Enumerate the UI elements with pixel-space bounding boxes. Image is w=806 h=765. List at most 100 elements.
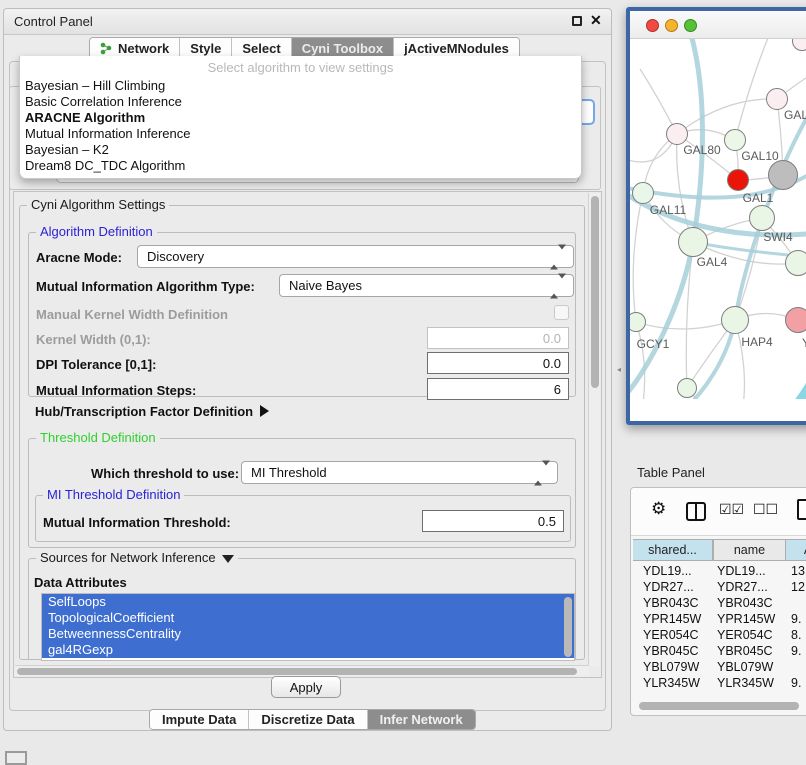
vertical-scrollbar[interactable] <box>588 193 600 666</box>
cell-shared: YLR345W <box>643 675 700 691</box>
network-canvas[interactable]: GAL80 GAL10 GAL1 GAL11 SWI4 GAL4 GCY1 HA… <box>630 39 806 399</box>
sources-title-label: Sources for Network Inference <box>40 550 216 565</box>
table-horizontal-scrollbar-thumb[interactable] <box>639 702 799 710</box>
algorithm-option[interactable]: Basic Correlation Inference <box>25 94 182 109</box>
float-window-icon[interactable] <box>572 16 582 26</box>
tab-discretize-data[interactable]: Discretize Data <box>249 710 367 729</box>
network-node[interactable] <box>632 182 654 204</box>
data-attributes-list[interactable]: SelfLoops TopologicalCoefficient Between… <box>41 593 575 661</box>
network-node[interactable] <box>785 250 806 276</box>
tab-jactivemnodules[interactable]: jActiveMNodules <box>394 38 519 58</box>
horizontal-scrollbar-thumb[interactable] <box>17 668 577 675</box>
algorithm-option-selected[interactable]: ARACNE Algorithm <box>25 110 145 125</box>
apply-button[interactable]: Apply <box>271 676 341 698</box>
network-node[interactable] <box>768 160 798 190</box>
cell-name: YLR345W <box>717 675 774 691</box>
tab-style[interactable]: Style <box>180 38 232 58</box>
threshold-definition-title: Threshold Definition <box>36 431 160 445</box>
algorithm-dropdown-popup: Select algorithm to view settings Bayesi… <box>19 56 582 179</box>
hub-definition-toggle[interactable]: Hub/Transcription Factor Definition <box>35 404 269 419</box>
network-node[interactable] <box>766 88 788 110</box>
minimize-traffic-light[interactable] <box>665 19 678 32</box>
network-node[interactable] <box>666 123 688 145</box>
network-node[interactable] <box>724 129 746 151</box>
combo-spinner-icon <box>550 249 566 264</box>
algorithm-option[interactable]: Bayesian – Hill Climbing <box>25 78 165 93</box>
network-window-titlebar[interactable] <box>630 11 806 39</box>
hub-definition-label: Hub/Transcription Factor Definition <box>35 404 253 419</box>
tab-impute-data[interactable]: Impute Data <box>150 710 249 729</box>
network-node[interactable] <box>721 306 749 334</box>
panel-divider-handle[interactable]: ◂ <box>617 366 622 373</box>
attribute-item[interactable]: gal4RGexp <box>42 642 574 658</box>
cell-shared: YDR27... <box>643 579 694 595</box>
cyni-algorithm-settings-title: Cyni Algorithm Settings <box>27 198 169 212</box>
attribute-item[interactable]: TopologicalCoefficient <box>42 610 574 626</box>
cell-value: 12 <box>791 579 805 595</box>
close-icon[interactable]: ✕ <box>590 12 602 29</box>
gear-icon[interactable]: ⚙ <box>651 500 666 517</box>
algorithm-popup-placeholder: Select algorithm to view settings <box>20 60 581 75</box>
vertical-scrollbar-thumb[interactable] <box>591 196 599 388</box>
mi-type-combo[interactable]: Naive Bayes <box>279 274 574 297</box>
unchecked-boxes-icon[interactable]: ☐☐ <box>753 501 778 518</box>
mi-threshold-field[interactable]: 0.5 <box>422 510 564 532</box>
mi-threshold-definition-group: MI Threshold Definition Mutual Informati… <box>35 495 571 542</box>
network-node[interactable] <box>678 227 708 257</box>
app-root: { "control_panel": { "title": "Control P… <box>0 0 806 762</box>
manual-kernel-label: Manual Kernel Width Definition <box>36 307 228 322</box>
kernel-width-label: Kernel Width (0,1): <box>36 332 151 347</box>
sources-group: Sources for Network Inference Data Attri… <box>28 558 576 660</box>
algorithm-option[interactable]: Dream8 DC_TDC Algorithm <box>25 158 185 173</box>
tab-infer-network[interactable]: Infer Network <box>368 710 475 729</box>
tab-jactivemnodules-label: jActiveMNodules <box>404 41 509 56</box>
tab-select[interactable]: Select <box>232 38 291 58</box>
page-icon[interactable] <box>797 499 806 520</box>
zoom-traffic-light[interactable] <box>684 19 697 32</box>
network-view-window[interactable]: GAL80 GAL10 GAL1 GAL11 SWI4 GAL4 GCY1 HA… <box>626 7 806 425</box>
algorithm-option[interactable]: Mutual Information Inference <box>25 126 190 141</box>
combo-spinner-icon <box>534 465 550 480</box>
network-node[interactable] <box>677 378 697 398</box>
algorithm-option[interactable]: Bayesian – K2 <box>25 142 109 157</box>
mi-type-label: Mutual Information Algorithm Type: <box>36 279 255 294</box>
checked-boxes-icon[interactable]: ☑☑ <box>719 501 744 518</box>
attribute-item[interactable]: BetweennessCentrality <box>42 626 574 642</box>
tab-select-label: Select <box>242 41 280 56</box>
list-scrollbar-thumb[interactable] <box>564 597 572 657</box>
which-threshold-label: Which threshold to use: <box>91 466 239 481</box>
which-threshold-value: MI Threshold <box>251 465 327 480</box>
mi-threshold-definition-title: MI Threshold Definition <box>43 488 184 502</box>
tab-network[interactable]: Network <box>90 38 180 58</box>
collapsed-panel-icon[interactable] <box>5 751 27 765</box>
cell-name: YBL079W <box>717 659 773 675</box>
column-header-name[interactable]: name <box>713 539 786 561</box>
cell-shared: YER054C <box>643 627 699 643</box>
column-header-shared[interactable]: shared... <box>633 539 713 561</box>
cell-value: 9. <box>791 675 801 691</box>
settings-scroll-area: Cyni Algorithm Settings Algorithm Defini… <box>13 191 602 678</box>
network-node[interactable] <box>749 205 775 231</box>
algorithm-definition-group: Algorithm Definition Aracne Mode: Discov… <box>28 232 576 397</box>
tab-cyni-toolbox[interactable]: Cyni Toolbox <box>292 38 394 58</box>
control-panel: Control Panel ✕ gal-filtered.sif default… <box>3 8 612 731</box>
kernel-width-field[interactable]: 0.0 <box>427 327 569 349</box>
which-threshold-combo[interactable]: MI Threshold <box>241 461 558 484</box>
horizontal-scrollbar[interactable] <box>15 665 589 676</box>
dpi-tolerance-field[interactable]: 0.0 <box>427 352 569 374</box>
manual-kernel-checkbox[interactable] <box>554 305 569 320</box>
close-traffic-light[interactable] <box>646 19 659 32</box>
columns-icon[interactable] <box>686 502 706 521</box>
column-header-third[interactable]: A <box>786 539 806 561</box>
data-attributes-label: Data Attributes <box>34 575 127 590</box>
mi-steps-field[interactable]: 6 <box>427 378 569 400</box>
aracne-mode-value: Discovery <box>147 249 204 264</box>
cell-shared: YBL079W <box>643 659 699 675</box>
sources-title[interactable]: Sources for Network Inference <box>36 551 238 565</box>
network-node-selected[interactable] <box>727 169 749 191</box>
network-node[interactable] <box>785 307 806 333</box>
cell-shared: YPR145W <box>643 611 701 627</box>
attribute-item[interactable]: SelfLoops <box>42 594 574 610</box>
aracne-mode-combo[interactable]: Discovery <box>137 245 574 268</box>
cell-name: YER054C <box>717 627 773 643</box>
